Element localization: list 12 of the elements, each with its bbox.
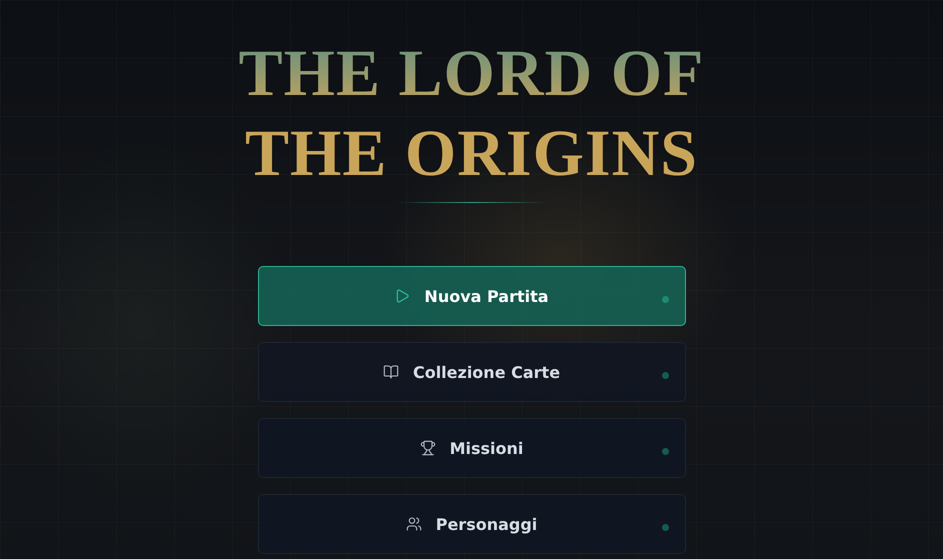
menu-button[interactable]: Nuova Partita [258,266,686,326]
play-icon [394,288,410,304]
users-icon [406,516,422,532]
menu-button[interactable]: Collezione Carte [258,342,686,402]
book-icon [382,364,399,380]
menu-button[interactable]: Personaggi [258,494,686,554]
trophy-icon [420,440,436,456]
status-dot [662,448,668,455]
status-dot [662,372,668,379]
status-dot [662,296,668,303]
status-dot [662,524,668,531]
menu-button[interactable]: Missioni [258,418,686,478]
